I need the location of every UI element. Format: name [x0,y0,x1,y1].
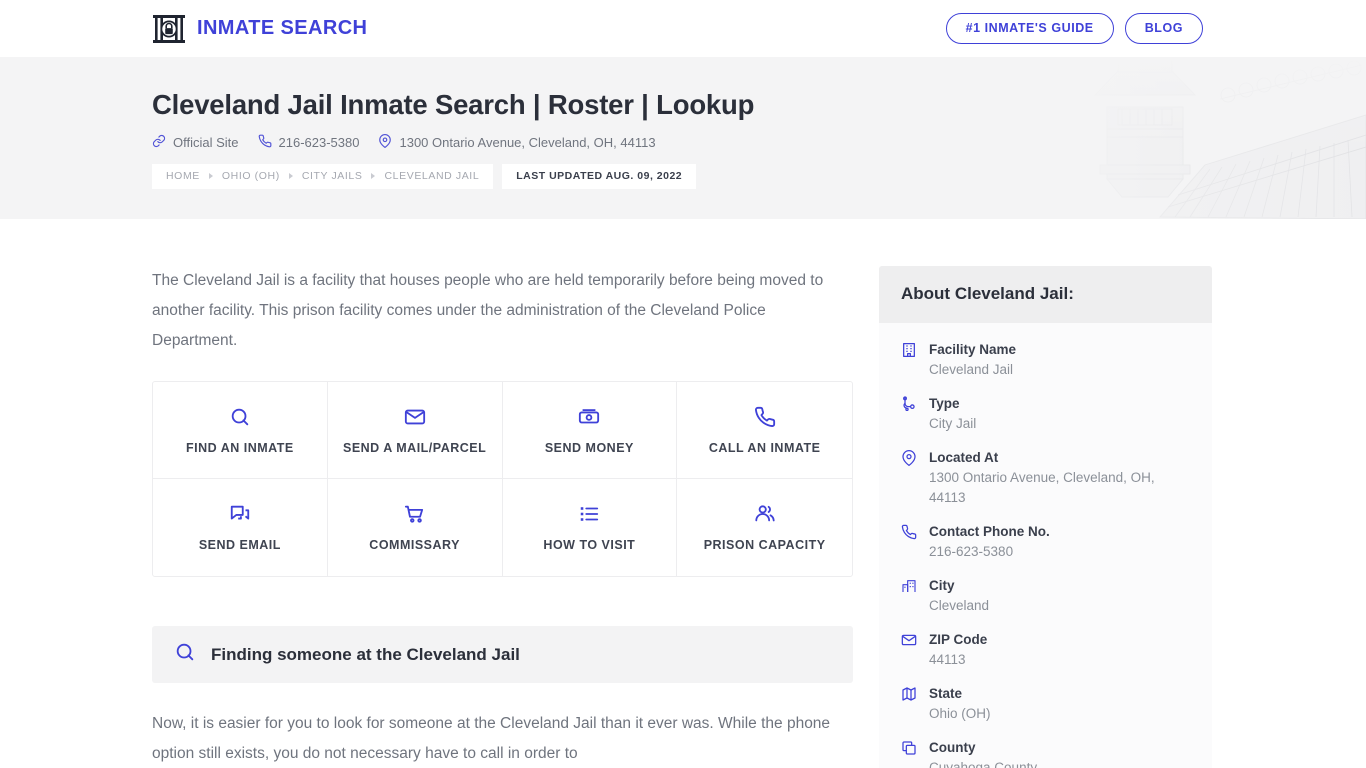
action-label: SEND MONEY [544,440,634,455]
info-value: Ohio (OH) [929,706,991,721]
hero-address-label: 1300 Ontario Avenue, Cleveland, OH, 4411… [399,135,656,151]
sidebar-header: About Cleveland Jail: [879,266,1212,323]
chevron-right-icon [208,173,213,180]
city-buildings-icon [901,578,917,616]
link-icon [152,134,166,151]
action-grid: FIND AN INMATE SEND A MAIL/PARCEL SEND M… [152,381,853,577]
info-value: City Jail [929,416,977,431]
copy-layers-icon [901,740,917,768]
action-call-an-inmate[interactable]: CALL AN INMATE [677,382,852,479]
location-pin-icon [378,134,392,151]
info-row-type: Type City Jail [901,394,1190,434]
info-row-city: City Cleveland [901,576,1190,616]
site-header: INMATE SEARCH #1 INMATE'S GUIDE BLOG [0,0,1366,57]
chevron-right-icon [288,173,293,180]
info-label: Located At [929,450,999,465]
action-label: HOW TO VISIT [543,538,636,552]
users-icon [754,503,776,525]
brand-name: INMATE SEARCH [197,17,368,39]
section-title: Finding someone at the Cleveland Jail [211,644,520,664]
action-label: PRISON CAPACITY [703,538,826,552]
action-label: SEND EMAIL [198,538,281,552]
info-label: County [929,740,976,755]
breadcrumb-item-city-jails[interactable]: CITY JAILS [302,170,363,182]
list-icon [578,503,600,525]
header-actions: #1 INMATE'S GUIDE BLOG [945,12,1203,45]
section-heading-finding-someone: Finding someone at the Cleveland Jail [152,626,853,683]
action-send-a-mail-parcel[interactable]: SEND A MAIL/PARCEL [327,382,503,479]
action-find-an-inmate[interactable]: FIND AN INMATE [153,382,328,479]
last-updated-badge: LAST UPDATED AUG. 09, 2022 [502,164,697,190]
phone-icon [901,524,917,562]
official-site-label: Official Site [173,135,239,151]
hero-section: Cleveland Jail Inmate Search | Roster | … [0,57,1366,219]
info-value: 216-623-5380 [929,544,1014,559]
info-value: Cuyahoga County [929,760,1038,768]
info-label: City [929,578,955,593]
action-how-to-visit[interactable]: HOW TO VISIT [503,479,678,576]
breadcrumb: HOME OHIO (OH) CITY JAILS CLEVELAND JAIL… [152,164,697,190]
breadcrumb-item-home[interactable]: HOME [166,170,200,182]
chat-bubbles-icon [229,503,251,525]
official-site-link[interactable]: Official Site [152,134,239,151]
info-label: Facility Name [929,342,1017,357]
sidebar-title: About Cleveland Jail: [901,284,1074,303]
main-content: The Cleveland Jail is a facility that ho… [152,219,853,768]
sidebar-body: Facility Name Cleveland Jail Type City J… [879,323,1212,768]
intro-paragraph: The Cleveland Jail is a facility that ho… [152,272,824,349]
building-grid-icon [901,342,917,380]
brand-logo-link[interactable]: INMATE SEARCH [152,13,367,45]
info-label: Type [929,396,960,411]
info-row-zip-code: ZIP Code 44113 [901,630,1190,670]
info-value: Cleveland [929,598,990,613]
action-label: CALL AN INMATE [708,440,821,455]
info-value: 44113 [929,652,966,667]
breadcrumb-item-ohio[interactable]: OHIO (OH) [222,170,280,182]
envelope-icon [901,632,917,670]
info-row-located-at: Located At 1300 Ontario Avenue, Clevelan… [901,448,1190,508]
info-label: ZIP Code [929,632,988,647]
hero-meta-row: Official Site 216-623-5380 1300 Ontario … [152,134,1366,151]
chevron-right-icon [371,173,376,180]
banknote-icon [578,406,600,428]
node-branch-icon [901,396,917,434]
search-icon [229,406,251,428]
breadcrumb-item-cleveland-jail[interactable]: CLEVELAND JAIL [384,170,479,182]
action-label: FIND AN INMATE [186,440,294,455]
breadcrumb-list: HOME OHIO (OH) CITY JAILS CLEVELAND JAIL [152,164,494,190]
action-label: SEND A MAIL/PARCEL [342,440,487,455]
info-label: State [929,686,963,701]
action-send-email[interactable]: SEND EMAIL [153,479,328,576]
section-paragraph: Now, it is easier for you to look for so… [152,715,831,762]
search-icon [174,641,196,668]
info-row-state: State Ohio (OH) [901,684,1190,724]
info-value: 1300 Ontario Avenue, Cleveland, OH, 4411… [929,470,1155,505]
page-title: Cleveland Jail Inmate Search | Roster | … [152,89,755,120]
about-sidebar: About Cleveland Jail: Facility Name Clev… [879,266,1212,768]
location-pin-icon [901,450,917,508]
action-commissary[interactable]: COMMISSARY [328,479,503,576]
hero-address: 1300 Ontario Avenue, Cleveland, OH, 4411… [378,134,656,151]
phone-icon [258,134,272,151]
jail-bars-padlock-icon [152,13,186,45]
action-label: COMMISSARY [369,538,460,552]
info-row-county: County Cuyahoga County [901,738,1190,768]
phone-icon [754,406,776,428]
envelope-icon [404,406,426,428]
hero-phone-label: 216-623-5380 [278,135,360,151]
map-icon [901,686,917,724]
blog-button[interactable]: BLOG [1124,12,1203,45]
action-send-money[interactable]: SEND MONEY [502,382,678,479]
info-row-facility-name: Facility Name Cleveland Jail [901,340,1190,380]
info-row-contact-phone: Contact Phone No. 216-623-5380 [901,522,1190,562]
hero-inner: Cleveland Jail Inmate Search | Roster | … [0,57,1366,190]
shopping-cart-icon [404,503,426,525]
page-layout: The Cleveland Jail is a facility that ho… [0,219,1366,768]
info-label: Contact Phone No. [929,524,1050,539]
inmates-guide-button[interactable]: #1 INMATE'S GUIDE [945,12,1114,45]
hero-phone-link[interactable]: 216-623-5380 [258,134,360,151]
action-prison-capacity[interactable]: PRISON CAPACITY [677,479,852,576]
info-value: Cleveland Jail [929,362,1014,377]
